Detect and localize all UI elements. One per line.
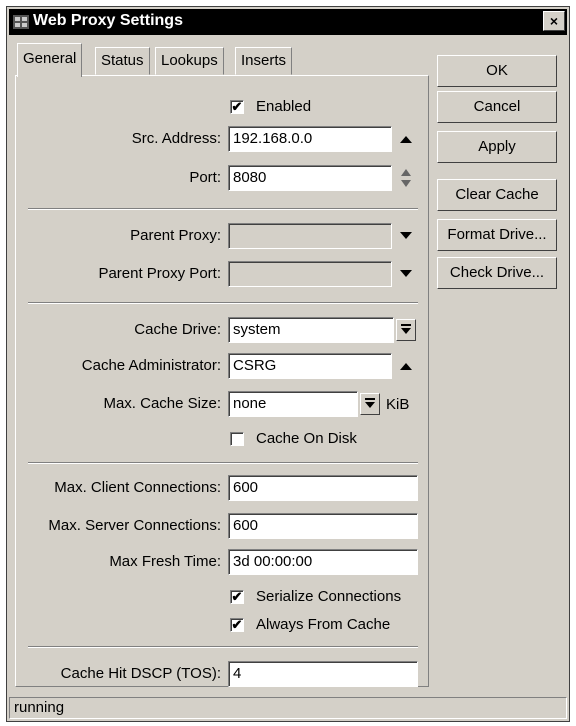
ok-button[interactable]: OK [437,55,557,87]
src-address-label: Src. Address: [131,130,221,147]
always-from-cache-label: Always From Cache [256,616,391,633]
title-bar[interactable]: Web Proxy Settings × [9,9,567,35]
parent-proxy-label: Parent Proxy: [130,227,221,244]
enabled-checkbox[interactable]: ✔ [230,100,244,114]
collapse-up-icon[interactable] [398,353,414,379]
parent-proxy-port-field[interactable] [228,261,392,287]
app-icon [13,15,29,29]
max-fresh-time-field[interactable]: 3d 00:00:00 [228,549,418,575]
tab-lookups[interactable]: Lookups [155,47,224,75]
cache-administrator-field[interactable]: CSRG [228,353,392,379]
tab-status[interactable]: Status [95,47,150,75]
window-title: Web Proxy Settings [33,12,183,29]
separator [28,302,418,304]
max-client-connections-field[interactable]: 600 [228,475,418,501]
cache-on-disk-label: Cache On Disk [256,430,357,447]
separator [28,646,418,648]
clear-cache-button[interactable]: Clear Cache [437,179,557,211]
max-fresh-time-label: Max Fresh Time: [109,553,221,570]
max-client-connections-label: Max. Client Connections: [54,479,221,496]
separator [28,208,418,210]
web-proxy-settings-window: Web Proxy Settings × General Status Look… [6,6,570,722]
cancel-button[interactable]: Cancel [437,91,557,123]
kib-unit-label: KiB [386,396,410,413]
max-server-connections-label: Max. Server Connections: [48,517,221,534]
spinner-icon[interactable] [398,165,414,191]
chevron-down-icon [401,324,411,334]
max-server-connections-field[interactable]: 600 [228,513,418,539]
collapse-up-icon[interactable] [398,126,414,152]
status-bar: running [9,697,567,719]
cache-hit-dscp-label: Cache Hit DSCP (TOS): [60,665,221,682]
cache-on-disk-checkbox[interactable] [230,432,244,446]
dropdown-button[interactable] [360,393,380,415]
expand-down-icon[interactable] [398,261,414,287]
close-button[interactable]: × [543,11,565,31]
src-address-field[interactable]: 192.168.0.0 [228,126,392,152]
tab-general[interactable]: General [17,43,83,77]
expand-down-icon[interactable] [398,223,414,249]
always-from-cache-checkbox[interactable]: ✔ [230,618,244,632]
general-panel: ✔ Enabled Src. Address: 192.168.0.0 Port… [15,75,429,687]
port-field[interactable]: 8080 [228,165,392,191]
tab-inserts[interactable]: Inserts [235,47,293,75]
parent-proxy-port-label: Parent Proxy Port: [98,265,221,282]
cache-administrator-label: Cache Administrator: [81,357,221,374]
serialize-connections-checkbox[interactable]: ✔ [230,590,244,604]
chevron-down-icon [365,398,375,408]
max-cache-size-label: Max. Cache Size: [103,395,221,412]
cache-drive-select[interactable]: system [228,317,394,343]
enabled-label: Enabled [256,98,312,115]
serialize-connections-label: Serialize Connections [256,588,402,605]
separator [28,462,418,464]
cache-hit-dscp-field[interactable]: 4 [228,661,418,687]
max-cache-size-field[interactable]: none [228,391,358,417]
cache-drive-label: Cache Drive: [134,321,221,338]
port-label: Port: [189,169,221,186]
format-drive-button[interactable]: Format Drive... [437,219,557,251]
dropdown-button[interactable] [396,319,416,341]
check-drive-button[interactable]: Check Drive... [437,257,557,289]
parent-proxy-field[interactable] [228,223,392,249]
apply-button[interactable]: Apply [437,131,557,163]
